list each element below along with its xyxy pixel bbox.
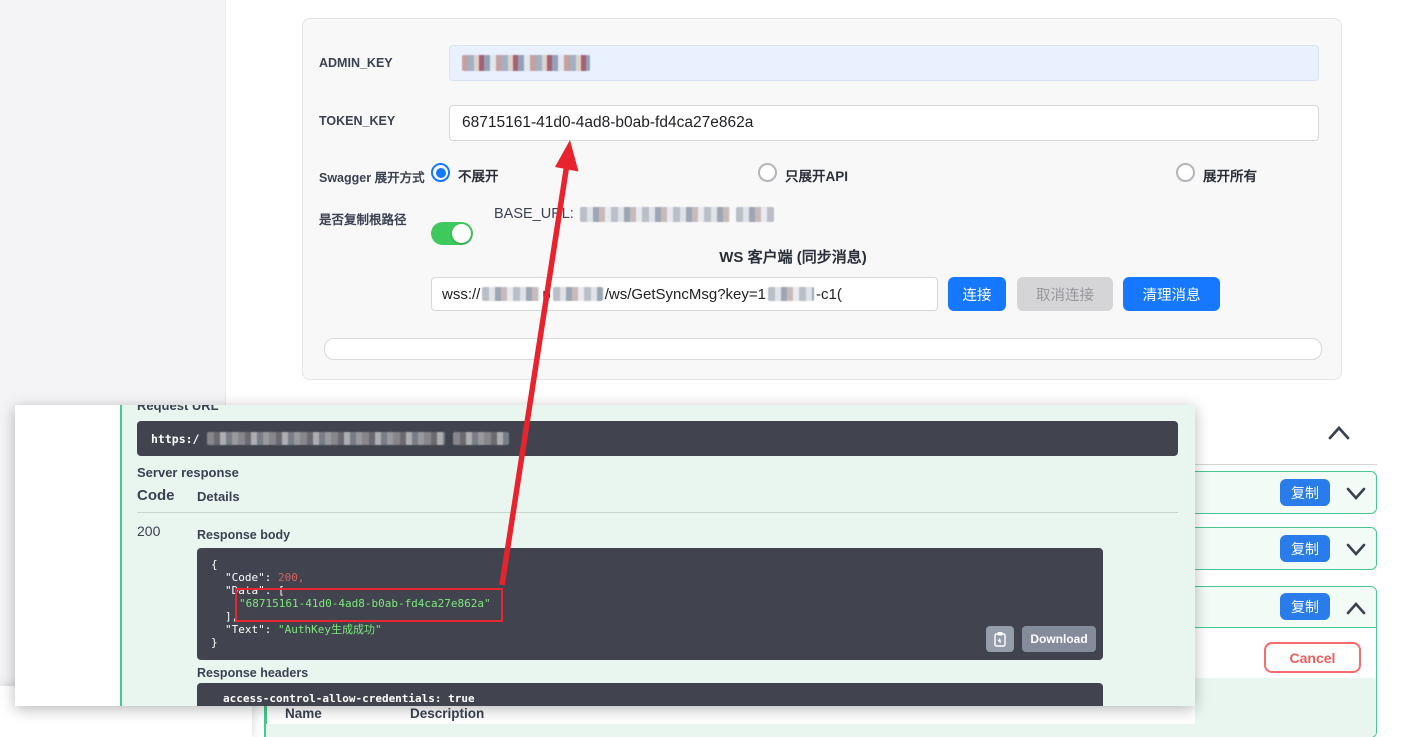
responses-table-row	[266, 724, 1195, 737]
json-line: "Text": "AuthKey生成成功"	[211, 623, 1089, 636]
toggle-knob	[452, 224, 471, 243]
copy-response-button[interactable]	[986, 626, 1014, 652]
token-key-label: TOKEN_KEY	[319, 114, 395, 128]
radio-expand-api-only-label[interactable]: 只展开API	[785, 165, 848, 185]
copy-root-path-toggle[interactable]	[431, 222, 473, 245]
server-response-panel: Request URL https:/ Server response Code…	[15, 405, 1195, 706]
censored-ws-key	[768, 287, 814, 301]
json-line: }	[211, 636, 1089, 649]
base-url-row: BASE_URL:	[494, 206, 774, 222]
connect-button[interactable]: 连接	[948, 277, 1006, 311]
ws-url-suffix: -c1(	[816, 286, 842, 303]
ws-url-prefix: wss://	[442, 286, 480, 303]
censored-admin-key-value	[462, 55, 590, 71]
annotation-highlight-box	[235, 588, 503, 622]
status-code: 200	[137, 523, 160, 539]
censored-ws-host-2	[553, 287, 603, 301]
swagger-expand-label: Swagger 展开方式	[319, 167, 425, 186]
censored-request-url	[207, 432, 445, 445]
response-headers-label: Response headers	[197, 666, 308, 680]
censored-base-url	[580, 207, 730, 222]
code-column-header: Code	[137, 487, 175, 504]
radio-expand-api-only[interactable]	[758, 163, 777, 182]
censored-base-url-2	[736, 207, 774, 222]
table-header-name: Name	[285, 706, 322, 721]
radio-expand-all-label[interactable]: 展开所有	[1203, 165, 1257, 185]
copy-button[interactable]: 复制	[1280, 593, 1330, 620]
settings-card: ADMIN_KEY TOKEN_KEY Swagger 展开方式 不展开 只展开…	[302, 18, 1342, 380]
download-button[interactable]: Download	[1022, 626, 1096, 652]
request-url-label: Request URL	[137, 405, 219, 413]
chevron-up-icon[interactable]	[1344, 599, 1368, 617]
ws-message-bar	[324, 338, 1322, 360]
censored-ws-host	[482, 287, 540, 301]
request-url-bar: https:/	[137, 421, 1178, 456]
ws-url-mid2: /ws/GetSyncMsg?key=1	[605, 286, 766, 303]
copy-button[interactable]: 复制	[1280, 479, 1330, 506]
request-url-scheme: https:/	[151, 432, 199, 446]
ws-url-field[interactable]: wss:// p /ws/GetSyncMsg?key=1 -c1(	[431, 277, 938, 311]
clear-messages-button[interactable]: 清理消息	[1123, 277, 1220, 311]
chevron-up-icon	[1326, 423, 1352, 441]
server-response-label: Server response	[137, 465, 239, 480]
token-key-field[interactable]	[449, 105, 1319, 141]
response-header-line: access-control-allow-credentials: true	[209, 692, 1091, 705]
copy-root-path-label: 是否复制根路径	[319, 209, 407, 228]
radio-no-expand-label[interactable]: 不展开	[458, 165, 499, 185]
base-url-label: BASE_URL:	[494, 206, 574, 222]
radio-expand-all[interactable]	[1176, 163, 1195, 182]
radio-no-expand[interactable]	[431, 163, 450, 182]
screenshot-root: 复制 复制 复制 Cancel Name Description ADMIN_K…	[0, 0, 1418, 737]
section-collapse-icon[interactable]	[1326, 423, 1352, 441]
json-line: {	[211, 558, 1089, 571]
response-table-divider	[137, 512, 1178, 513]
response-headers-box: access-control-allow-credentials: true	[197, 683, 1103, 706]
copy-button[interactable]: 复制	[1280, 535, 1330, 562]
chevron-down-icon[interactable]	[1344, 541, 1368, 559]
disconnect-button[interactable]: 取消连接	[1017, 277, 1113, 311]
admin-key-label: ADMIN_KEY	[319, 56, 393, 70]
chevron-down-icon[interactable]	[1344, 485, 1368, 503]
details-column-header: Details	[197, 489, 240, 504]
censored-request-url-2	[453, 432, 509, 445]
json-line: "Code": 200,	[211, 571, 1089, 584]
admin-key-field[interactable]	[449, 45, 1319, 81]
cancel-button[interactable]: Cancel	[1264, 642, 1361, 673]
clipboard-icon	[993, 631, 1007, 647]
ws-url-mid1: p	[542, 286, 550, 303]
response-body-label: Response body	[197, 528, 290, 542]
table-header-description: Description	[410, 706, 484, 721]
ws-client-title: WS 客户端 (同步消息)	[633, 246, 953, 267]
